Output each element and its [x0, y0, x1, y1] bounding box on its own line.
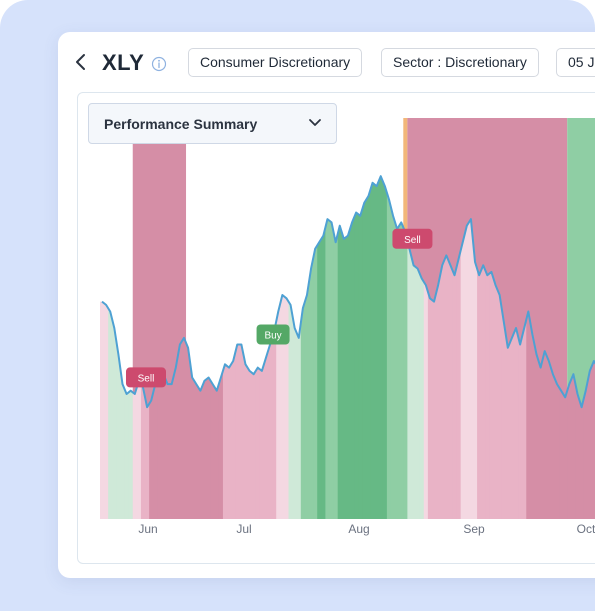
area-slice [366, 176, 372, 519]
view-selector-dropdown[interactable]: Performance Summary [88, 103, 337, 144]
area-slice [370, 176, 376, 519]
area-slice [222, 176, 228, 519]
area-slice [395, 176, 400, 519]
ticker-title: XLY [102, 50, 145, 75]
area-slice [255, 176, 261, 519]
back-arrow-icon[interactable] [74, 52, 88, 72]
area-slice [259, 176, 265, 519]
area-slice [198, 176, 204, 519]
area-slice [354, 176, 359, 519]
area-slice [210, 176, 216, 519]
area-slice [99, 176, 105, 519]
area-slice [120, 176, 126, 519]
area-slice [206, 176, 212, 519]
area-slice [350, 176, 355, 519]
area-slice [390, 176, 396, 519]
card-header: XLY Consumer Discretionary Sector : Disc… [58, 32, 595, 92]
area-slice [280, 176, 286, 519]
area-slice [214, 176, 220, 519]
area-slice [399, 176, 404, 519]
area-slice [333, 176, 339, 519]
area-slice [194, 176, 199, 519]
sell-signal-label: Sell [404, 235, 421, 246]
x-tick-label: Oct [577, 522, 595, 536]
area-slice [284, 176, 290, 519]
view-selector-label: Performance Summary [104, 116, 258, 132]
area-slice [362, 176, 367, 519]
area-slice [268, 176, 273, 519]
area-slice [116, 176, 122, 519]
x-tick-label: Sep [463, 522, 485, 536]
area-slice [231, 176, 236, 519]
area-slice [128, 176, 134, 519]
chevron-down-icon [309, 119, 321, 126]
area-slice [386, 176, 392, 519]
chart-panel: Jun Jul Aug Sep Oct Sell Buy Sell Performance S… [77, 92, 595, 564]
area-slice [341, 176, 347, 519]
sell-signal-label: Sell [138, 373, 155, 384]
area-slice [337, 176, 343, 519]
area-slice [345, 176, 351, 519]
area-slice [124, 176, 130, 519]
area-slice [263, 176, 269, 519]
ticker-card: XLY Consumer Discretionary Sector : Disc… [58, 32, 595, 578]
area-slice [317, 176, 322, 519]
area-slice [239, 176, 245, 519]
area-slice [382, 176, 388, 519]
area-slice [202, 176, 208, 519]
area-slice [190, 176, 195, 519]
area-slice [104, 176, 109, 519]
area-slice [374, 176, 380, 519]
area-slice [358, 176, 363, 519]
area-slice [321, 176, 327, 519]
area-slice [313, 176, 318, 519]
area-slice [235, 176, 240, 519]
area-slice [243, 176, 249, 519]
area-slice [309, 176, 314, 519]
sector-tag-pill[interactable]: Sector : Discretionary [381, 48, 539, 77]
area-slice [186, 176, 191, 519]
x-tick-label: Jul [236, 522, 251, 536]
x-tick-label: Jun [138, 522, 157, 536]
performance-chart: Jun Jul Aug Sep Oct Sell Buy Sell [99, 118, 595, 536]
area-slice [329, 176, 335, 519]
area-slice [325, 176, 331, 519]
sector-name-pill[interactable]: Consumer Discretionary [188, 48, 363, 77]
x-tick-label: Aug [348, 522, 369, 536]
app-background: XLY Consumer Discretionary Sector : Disc… [0, 0, 595, 611]
info-icon[interactable] [151, 56, 167, 72]
date-pill[interactable]: 05 J [556, 48, 595, 77]
area-slice [218, 176, 224, 519]
area-slice [247, 176, 253, 519]
area-slice [227, 176, 232, 519]
area-slice [251, 176, 257, 519]
area-slice [304, 176, 310, 519]
buy-signal-label: Buy [264, 331, 281, 342]
